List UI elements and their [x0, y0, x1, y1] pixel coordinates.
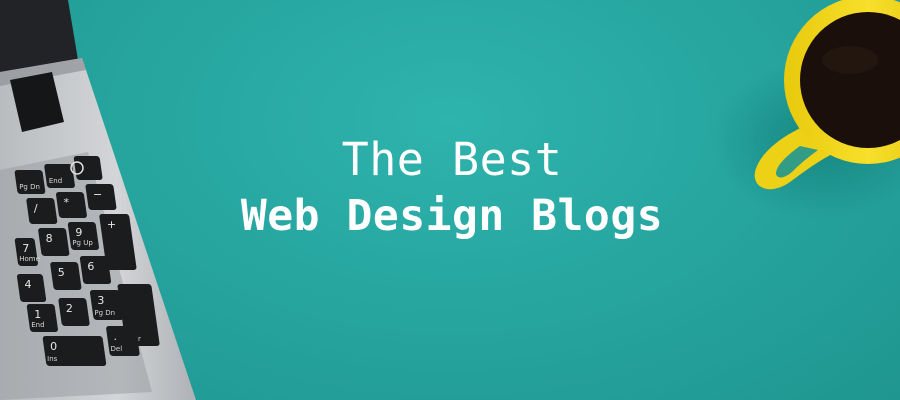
- hero-banner: Pg DnEnd/*−89Pg Up+7Home56423Pg Dn1EndEn…: [0, 0, 900, 400]
- headline: The Best Web Design Blogs: [0, 0, 900, 400]
- headline-line-1: The Best: [341, 133, 563, 186]
- headline-line-2: Web Design Blogs: [240, 191, 664, 241]
